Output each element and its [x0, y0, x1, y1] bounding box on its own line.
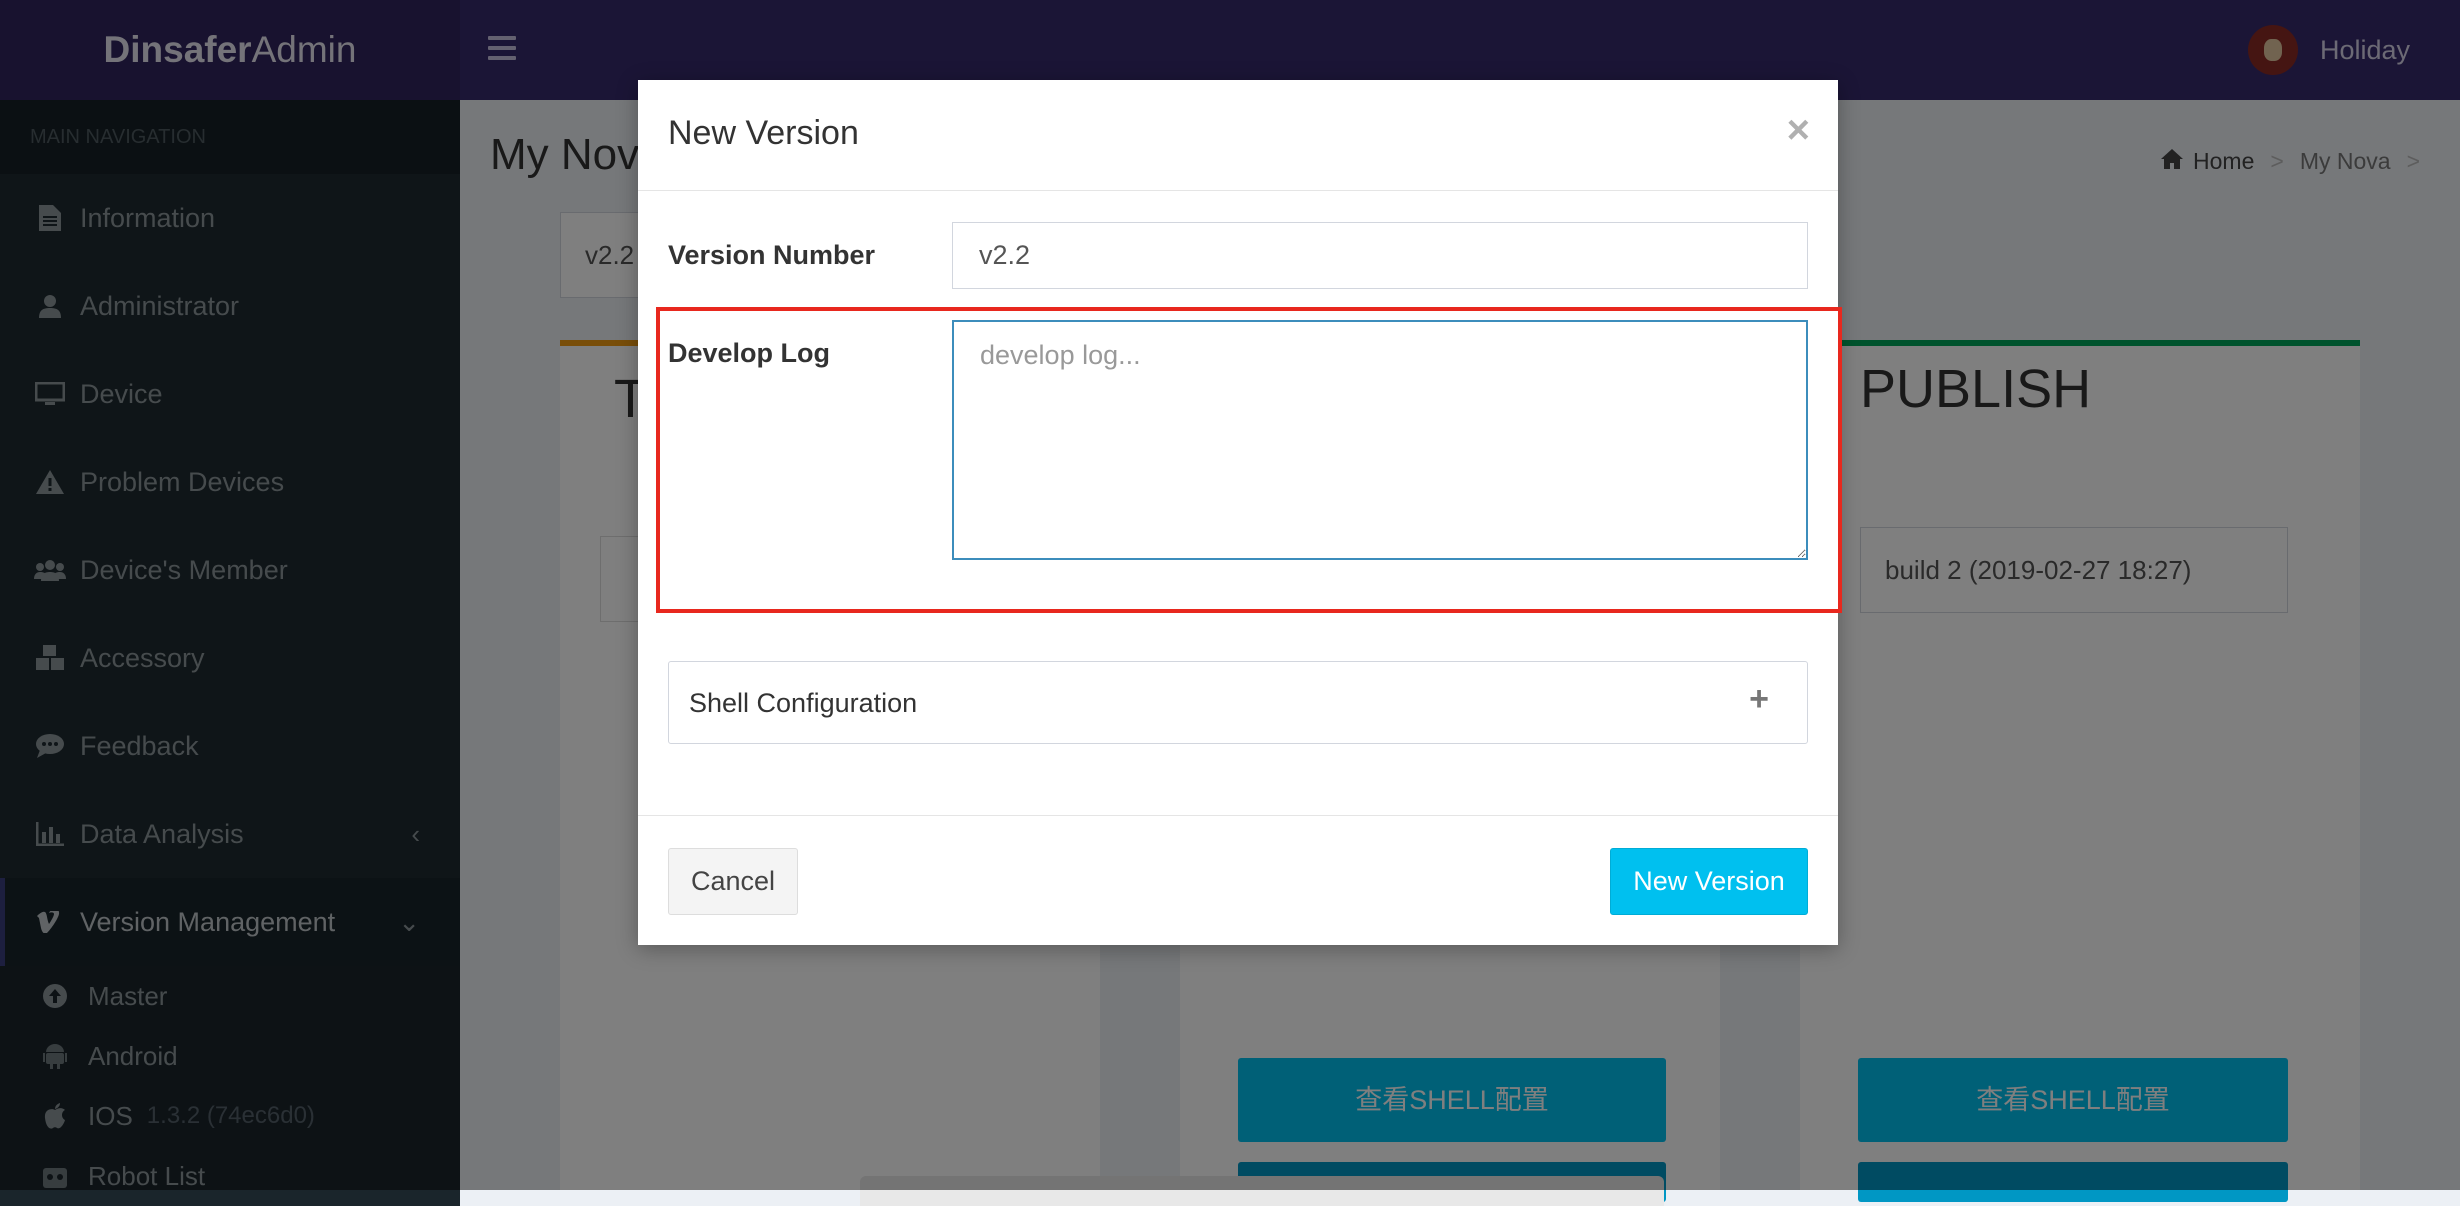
modal-title: New Version [668, 114, 859, 152]
version-number-label: Version Number [668, 240, 876, 270]
modal-footer: Cancel New Version [638, 815, 1838, 945]
close-icon[interactable]: × [1787, 108, 1810, 153]
develop-log-textarea[interactable] [952, 320, 1808, 560]
new-version-button[interactable]: New Version [1610, 848, 1808, 915]
modal-header: New Version × [638, 80, 1838, 191]
new-version-modal: New Version × Version Number Develop Log… [638, 80, 1842, 945]
version-number-input[interactable] [952, 222, 1808, 289]
shell-configuration-panel[interactable]: Shell Configuration + [668, 661, 1808, 744]
cancel-button[interactable]: Cancel [668, 848, 798, 915]
shell-configuration-title: Shell Configuration [689, 688, 918, 718]
develop-log-label: Develop Log [668, 338, 831, 368]
plus-icon[interactable]: + [1749, 680, 1769, 719]
